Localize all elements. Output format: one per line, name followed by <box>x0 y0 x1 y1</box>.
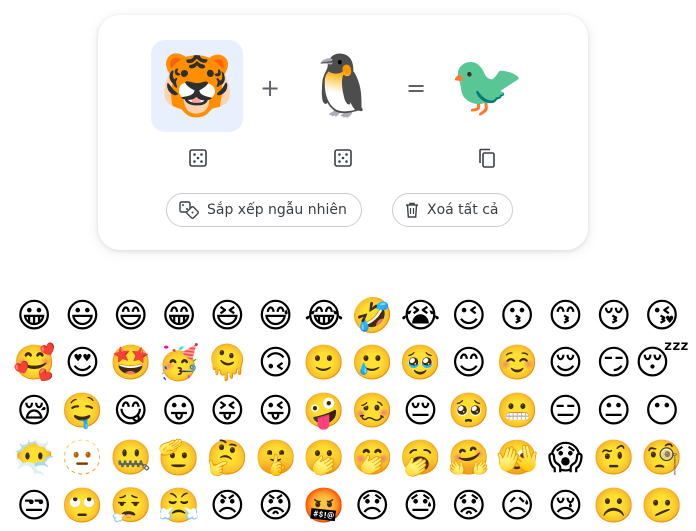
emoji-grid-item[interactable]: 😌 <box>541 340 589 388</box>
emoji-grid-item[interactable]: 😍 <box>58 340 106 388</box>
emoji-grid-item[interactable]: 😶 <box>638 387 686 435</box>
emoji-grid-item[interactable]: 😝 <box>203 387 251 435</box>
emoji-grid-item[interactable]: 🧐 <box>638 435 686 483</box>
emoji-grid-item[interactable]: 🫠 <box>203 340 251 388</box>
emoji-grid-item[interactable]: 😡 <box>251 482 299 530</box>
emoji-grid-item[interactable]: 😤 <box>155 482 203 530</box>
shuffle-button-label: Sắp xếp ngẫu nhiên <box>207 202 347 218</box>
emoji-grid-item[interactable]: 😒 <box>10 482 58 530</box>
emoji-grid-item[interactable]: 😊 <box>445 340 493 388</box>
emoji-grid-item[interactable]: 🤣 <box>348 292 396 340</box>
emoji-grid-item[interactable]: 🫡 <box>155 435 203 483</box>
emoji-grid-item[interactable]: 🤬 <box>300 482 348 530</box>
emoji-grid-item[interactable]: 🤭 <box>348 435 396 483</box>
emoji-grid-item[interactable]: 😴 <box>635 340 690 388</box>
emoji-grid-item[interactable]: 😙 <box>541 292 589 340</box>
emoji-grid-item[interactable]: 🥲 <box>348 340 396 388</box>
trash-icon <box>405 202 419 218</box>
tiger-face-emoji: 🐯 <box>159 51 235 121</box>
emoji-grid-item[interactable]: 😞 <box>348 482 396 530</box>
emoji-grid-item[interactable]: ☺️ <box>493 340 541 388</box>
emoji-grid-item[interactable]: 🙃 <box>251 340 299 388</box>
emoji-grid-item[interactable]: 🤔 <box>203 435 251 483</box>
emoji-grid-item[interactable]: 😀 <box>10 292 58 340</box>
emoji-grid-item[interactable]: 😄 <box>107 292 155 340</box>
result-emoji-slot[interactable]: 🐦 <box>441 40 533 132</box>
emoji-grid-item[interactable]: 😭 <box>396 292 444 340</box>
emoji-grid-item[interactable]: 😋 <box>107 387 155 435</box>
emoji-kitchen-page: 🐯 + 🐧 = 🐦 Sắp xếp ngẫu nhiên Xoá tất cả … <box>0 0 696 531</box>
equals-sign: = <box>405 74 427 102</box>
emoji-grid-item[interactable]: 😉 <box>445 292 493 340</box>
plus-sign: + <box>259 74 281 102</box>
emoji-grid-item[interactable]: 😟 <box>445 482 493 530</box>
emoji-grid-item[interactable]: 🤐 <box>107 435 155 483</box>
emoji-grid-item[interactable]: ☹️ <box>590 482 638 530</box>
shuffle-dice-icon <box>179 201 199 219</box>
right-emoji-slot[interactable]: 🐧 <box>296 40 388 132</box>
emoji-grid-item[interactable]: 😱 <box>541 435 589 483</box>
penguin-emoji: 🐧 <box>304 51 380 121</box>
emoji-grid-item[interactable]: 🤤 <box>58 387 106 435</box>
emoji-grid-item[interactable]: 🥳 <box>155 340 203 388</box>
emoji-grid-item[interactable]: 🫤 <box>638 482 686 530</box>
right-randomize-dice-icon[interactable] <box>332 147 354 169</box>
emoji-grid-item[interactable]: 🙂 <box>300 340 348 388</box>
emoji-grid-item[interactable]: 🥴 <box>348 387 396 435</box>
emoji-grid-item[interactable]: 😏 <box>590 340 638 388</box>
emoji-grid-item[interactable]: 😓 <box>396 482 444 530</box>
emoji-grid-item[interactable]: 😘 <box>638 292 686 340</box>
emoji-grid-item[interactable]: 😬 <box>493 387 541 435</box>
emoji-grid-item[interactable]: 🤨 <box>590 435 638 483</box>
emoji-grid-item[interactable]: 😁 <box>155 292 203 340</box>
emoji-grid-item[interactable]: 😗 <box>493 292 541 340</box>
emoji-grid-item[interactable]: 🤗 <box>445 435 493 483</box>
emoji-picker-grid: 😀 😃 😄 😁 😆 😅 😂 🤣 😭 😉 😗 😙 😚 😘 🥰 😍 🤩 🥳 🫠 🙃 🙂 🥲 🥹 😊 ☺️ 😌 😏 😴 😪 🤤 😋 😛 😝 😜 🤪 🥴 😔 🥺 😬… <box>10 292 690 530</box>
emoji-grid-item[interactable]: 😔 <box>396 387 444 435</box>
emoji-mixer-card: 🐯 + 🐧 = 🐦 Sắp xếp ngẫu nhiên Xoá tất cả <box>98 15 588 250</box>
emoji-grid-item[interactable]: 😂 <box>300 292 348 340</box>
mixed-result-emoji: 🐦 <box>449 51 525 121</box>
emoji-grid-item[interactable]: 😛 <box>155 387 203 435</box>
emoji-grid-item[interactable]: 😠 <box>203 482 251 530</box>
emoji-grid-item[interactable]: 😥 <box>493 482 541 530</box>
emoji-grid-item[interactable]: 😅 <box>251 292 299 340</box>
emoji-grid-item[interactable]: 🥺 <box>445 387 493 435</box>
copy-result-icon[interactable] <box>476 147 498 169</box>
emoji-grid-item[interactable]: 🫢 <box>300 435 348 483</box>
emoji-grid-item[interactable]: 🙄 <box>58 482 106 530</box>
emoji-grid-item[interactable]: 🥱 <box>396 435 444 483</box>
clear-all-button[interactable]: Xoá tất cả <box>392 193 514 227</box>
emoji-grid-item[interactable]: 😑 <box>541 387 589 435</box>
emoji-grid-item[interactable]: 😃 <box>58 292 106 340</box>
emoji-grid-item[interactable]: 🤫 <box>251 435 299 483</box>
emoji-grid-item[interactable]: 🥰 <box>10 340 58 388</box>
left-emoji-slot[interactable]: 🐯 <box>151 40 243 132</box>
emoji-grid-item[interactable]: 😢 <box>541 482 589 530</box>
emoji-grid-item[interactable]: 😜 <box>251 387 299 435</box>
emoji-grid-item[interactable]: 🥹 <box>396 340 444 388</box>
emoji-grid-item[interactable]: 🤩 <box>107 340 155 388</box>
shuffle-button[interactable]: Sắp xếp ngẫu nhiên <box>166 193 362 227</box>
emoji-grid-item[interactable]: 😚 <box>590 292 638 340</box>
clear-all-button-label: Xoá tất cả <box>427 202 499 218</box>
emoji-grid-item[interactable]: 😮‍💨 <box>107 482 155 530</box>
emoji-grid-item[interactable]: 🫥 <box>58 435 106 483</box>
emoji-grid-item[interactable]: 🫣 <box>493 435 541 483</box>
left-randomize-dice-icon[interactable] <box>187 147 209 169</box>
emoji-grid-item[interactable]: 😐 <box>590 387 638 435</box>
emoji-grid-item[interactable]: 😆 <box>203 292 251 340</box>
emoji-grid-item[interactable]: 😪 <box>10 387 58 435</box>
emoji-grid-item[interactable]: 😶‍🌫️ <box>10 435 58 483</box>
emoji-grid-item[interactable]: 🤪 <box>300 387 348 435</box>
